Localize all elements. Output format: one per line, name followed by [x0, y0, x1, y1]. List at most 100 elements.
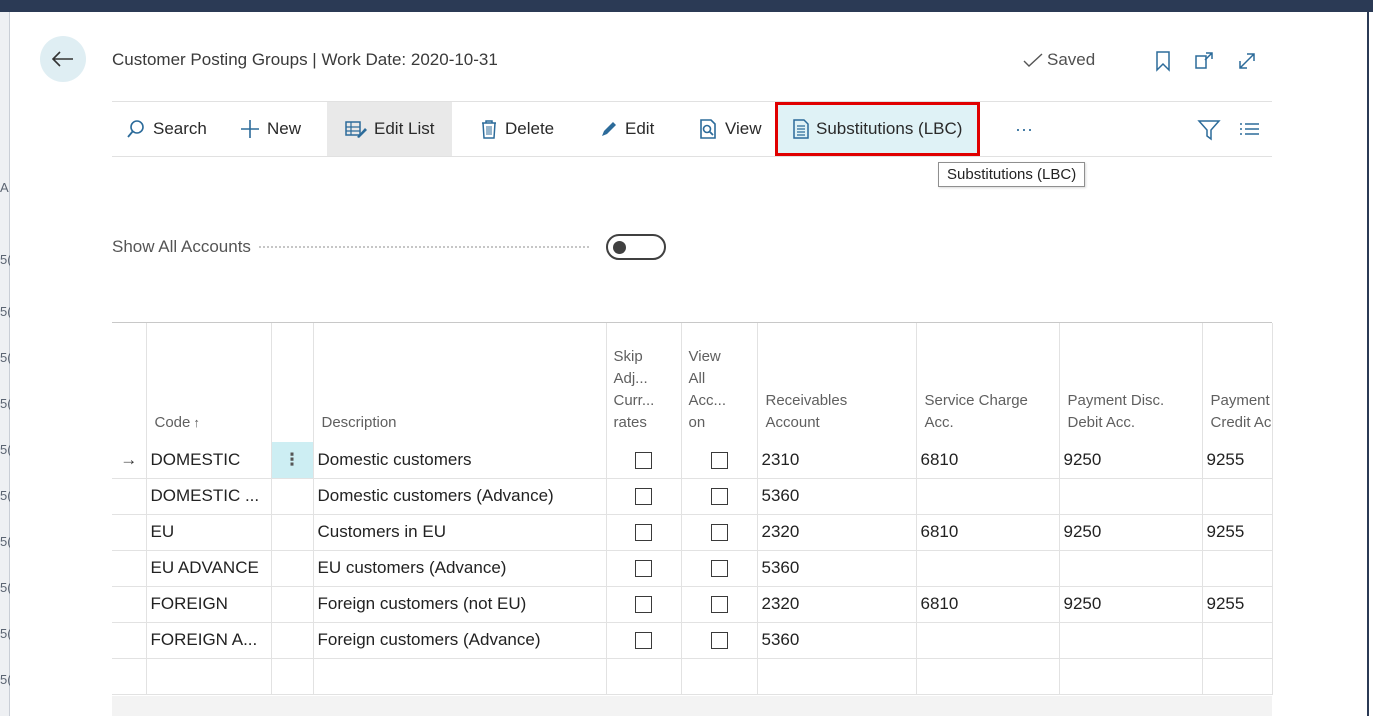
- cell-disc-debit[interactable]: [1059, 478, 1203, 515]
- list-view-icon[interactable]: [1238, 118, 1262, 142]
- open-new-window-icon[interactable]: [1193, 50, 1215, 72]
- empty-cell[interactable]: [757, 658, 917, 695]
- search-button[interactable]: Search: [126, 102, 207, 156]
- checkbox[interactable]: [710, 596, 728, 614]
- cell-receivables[interactable]: 5360: [757, 622, 917, 659]
- checkbox[interactable]: [635, 451, 652, 469]
- more-actions-button[interactable]: ···: [1015, 102, 1033, 156]
- row-menu-cell[interactable]: [271, 550, 314, 587]
- cell-credit[interactable]: [1202, 622, 1273, 659]
- checkbox[interactable]: [710, 560, 728, 578]
- cell-receivables[interactable]: 5360: [757, 550, 917, 587]
- cell-disc-debit[interactable]: [1059, 622, 1203, 659]
- cell-view-all[interactable]: [681, 514, 758, 551]
- cell-description[interactable]: Domestic customers: [313, 442, 607, 479]
- view-button[interactable]: View: [698, 102, 762, 156]
- cell-skip-adj[interactable]: [606, 514, 682, 551]
- table-row[interactable]: FOREIGN A... Foreign customers (Advance)…: [112, 622, 1273, 659]
- cell-service-charge[interactable]: 6810: [916, 514, 1060, 551]
- cell-service-charge[interactable]: 6810: [916, 586, 1060, 623]
- cell-service-charge[interactable]: [916, 478, 1060, 515]
- row-menu-cell[interactable]: [271, 586, 314, 623]
- cell-service-charge[interactable]: [916, 550, 1060, 587]
- cell-code[interactable]: DOMESTIC ...: [146, 478, 272, 515]
- header-skip-adj-curr-rates[interactable]: Skip Adj... Curr... rates: [606, 323, 682, 442]
- checkbox[interactable]: [635, 524, 652, 542]
- header-view-all-accounts[interactable]: View All Acc... on: [681, 323, 758, 442]
- empty-cell[interactable]: [916, 658, 1060, 695]
- cell-description[interactable]: Foreign customers (Advance): [313, 622, 607, 659]
- cell-description[interactable]: Customers in EU: [313, 514, 607, 551]
- cell-code[interactable]: DOMESTIC: [146, 442, 272, 479]
- empty-cell[interactable]: [271, 658, 314, 695]
- cell-disc-debit[interactable]: 9250: [1059, 514, 1203, 551]
- table-row[interactable]: EU Customers in EU 2320 6810 9250 9255: [112, 514, 1273, 551]
- checkbox[interactable]: [635, 596, 652, 614]
- cell-description[interactable]: Foreign customers (not EU): [313, 586, 607, 623]
- table-row[interactable]: DOMESTIC ... Domestic customers (Advance…: [112, 478, 1273, 515]
- cell-skip-adj[interactable]: [606, 442, 682, 479]
- cell-service-charge[interactable]: 6810: [916, 442, 1060, 479]
- header-payment-disc-debit-acc[interactable]: Payment Disc. Debit Acc.: [1059, 323, 1203, 442]
- show-all-accounts-toggle[interactable]: [606, 234, 666, 260]
- cell-skip-adj[interactable]: [606, 478, 682, 515]
- checkbox[interactable]: [710, 632, 728, 650]
- substitutions-lbc-button[interactable]: Substitutions (LBC): [775, 102, 981, 156]
- delete-button[interactable]: Delete: [480, 102, 554, 156]
- header-payment-credit-acc[interactable]: Payment Credit Ac: [1202, 323, 1273, 442]
- cell-disc-debit[interactable]: [1059, 550, 1203, 587]
- cell-receivables[interactable]: 2320: [757, 586, 917, 623]
- checkbox[interactable]: [635, 632, 652, 650]
- cell-description[interactable]: EU customers (Advance): [313, 550, 607, 587]
- checkbox[interactable]: [635, 560, 652, 578]
- cell-receivables[interactable]: 5360: [757, 478, 917, 515]
- edit-button[interactable]: Edit: [600, 102, 654, 156]
- new-button[interactable]: New: [240, 102, 301, 156]
- empty-cell[interactable]: [606, 658, 682, 695]
- cell-credit[interactable]: 9255: [1202, 514, 1273, 551]
- cell-view-all[interactable]: [681, 442, 758, 479]
- cell-view-all[interactable]: [681, 622, 758, 659]
- cell-disc-debit[interactable]: 9250: [1059, 586, 1203, 623]
- checkbox[interactable]: [710, 488, 728, 506]
- cell-skip-adj[interactable]: [606, 550, 682, 587]
- row-menu-cell[interactable]: [271, 478, 314, 515]
- bookmark-icon[interactable]: [1152, 50, 1174, 72]
- row-menu-cell[interactable]: [271, 514, 314, 551]
- filter-icon[interactable]: [1197, 118, 1221, 142]
- row-menu-cell[interactable]: [271, 622, 314, 659]
- cell-description[interactable]: Domestic customers (Advance): [313, 478, 607, 515]
- checkbox[interactable]: [710, 524, 728, 542]
- empty-cell[interactable]: [146, 658, 272, 695]
- cell-receivables[interactable]: 2310: [757, 442, 917, 479]
- cell-credit[interactable]: 9255: [1202, 586, 1273, 623]
- cell-code[interactable]: FOREIGN: [146, 586, 272, 623]
- cell-credit[interactable]: [1202, 478, 1273, 515]
- checkbox[interactable]: [710, 451, 728, 469]
- cell-code[interactable]: EU: [146, 514, 272, 551]
- empty-cell[interactable]: [1202, 658, 1273, 695]
- cell-disc-debit[interactable]: 9250: [1059, 442, 1203, 479]
- table-row[interactable]: EU ADVANCE EU customers (Advance) 5360: [112, 550, 1273, 587]
- table-row[interactable]: FOREIGN Foreign customers (not EU) 2320 …: [112, 586, 1273, 623]
- cell-credit[interactable]: [1202, 550, 1273, 587]
- back-button[interactable]: [40, 36, 86, 82]
- cell-view-all[interactable]: [681, 550, 758, 587]
- header-code[interactable]: Code ↑: [146, 323, 272, 442]
- cell-service-charge[interactable]: [916, 622, 1060, 659]
- cell-credit[interactable]: 9255: [1202, 442, 1273, 479]
- checkbox[interactable]: [635, 488, 652, 506]
- cell-view-all[interactable]: [681, 478, 758, 515]
- empty-cell[interactable]: [1059, 658, 1203, 695]
- row-menu-button[interactable]: ⋮: [271, 442, 314, 479]
- new-entry-row[interactable]: [112, 658, 1273, 695]
- header-receivables-account[interactable]: Receivables Account: [757, 323, 917, 442]
- cell-code[interactable]: EU ADVANCE: [146, 550, 272, 587]
- cell-skip-adj[interactable]: [606, 586, 682, 623]
- cell-code[interactable]: FOREIGN A...: [146, 622, 272, 659]
- cell-skip-adj[interactable]: [606, 622, 682, 659]
- cell-receivables[interactable]: 2320: [757, 514, 917, 551]
- table-row[interactable]: → DOMESTIC ⋮ Domestic customers 2310 681…: [112, 442, 1273, 479]
- expand-icon[interactable]: [1236, 50, 1258, 72]
- header-service-charge-acc[interactable]: Service Charge Acc.: [916, 323, 1060, 442]
